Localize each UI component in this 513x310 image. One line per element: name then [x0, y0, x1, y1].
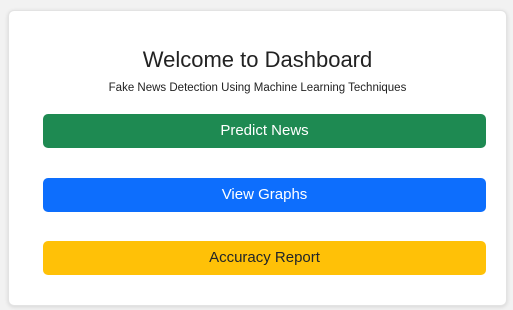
dashboard-card: Welcome to Dashboard Fake News Detection…	[8, 10, 507, 306]
page-title: Welcome to Dashboard	[142, 47, 373, 72]
accuracy-report-button[interactable]: Accuracy Report	[43, 241, 486, 275]
page-subtitle: Fake News Detection Using Machine Learni…	[108, 82, 407, 94]
view-graphs-button[interactable]: View Graphs	[43, 178, 486, 212]
predict-news-button[interactable]: Predict News	[43, 114, 486, 148]
